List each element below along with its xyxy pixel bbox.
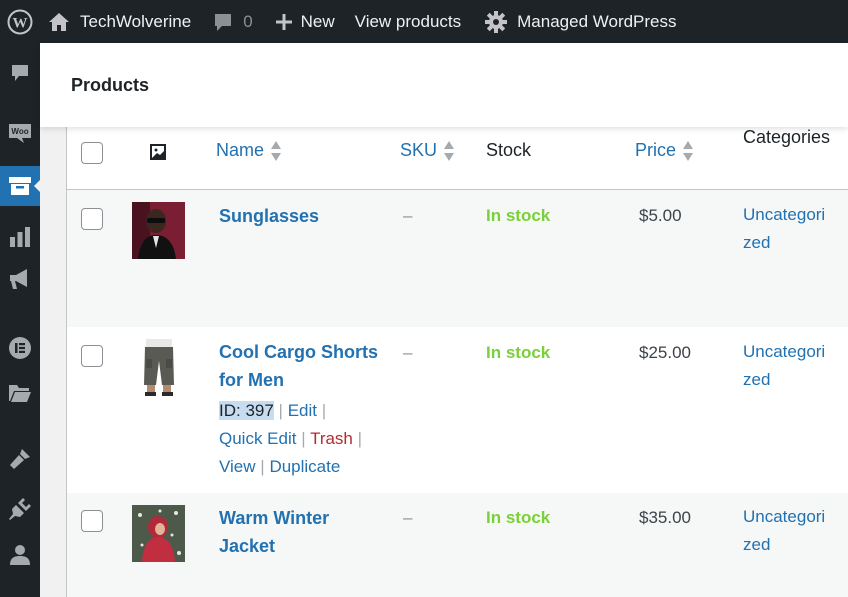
menu-marketing[interactable]	[0, 259, 40, 299]
quick-edit-link[interactable]: Quick Edit	[219, 429, 296, 448]
table-row: Warm Winter Jacket – In stock $35.00 Unc…	[67, 493, 848, 597]
column-name[interactable]: Name	[216, 140, 282, 162]
site-name: TechWolverine	[80, 11, 192, 31]
price-value: $5.00	[639, 206, 682, 225]
admin-bar: W TechWolverine 0 New View products Mana…	[0, 0, 848, 43]
menu-users[interactable]	[0, 535, 40, 575]
product-thumbnail[interactable]	[132, 339, 185, 396]
sort-arrows-icon	[270, 140, 282, 162]
page-header: Products	[40, 43, 848, 127]
column-categories: Categories	[743, 127, 831, 147]
menu-analytics[interactable]	[0, 217, 40, 257]
menu-products[interactable]	[0, 166, 41, 206]
svg-text:W: W	[13, 15, 28, 31]
admin-side-menu: Woo	[0, 43, 41, 597]
svg-text:Woo: Woo	[11, 127, 28, 136]
products-table: Name SKU Stock Price Categories Sunglass…	[66, 127, 848, 597]
page-title: Products	[71, 75, 150, 95]
view-products-label: View products	[354, 11, 462, 31]
templates-icon	[8, 383, 32, 403]
comments-count: 0	[243, 11, 253, 31]
comments-link[interactable]: 0	[213, 0, 253, 43]
gear-icon	[485, 10, 508, 33]
product-id: ID: 397	[219, 401, 274, 420]
comments-icon	[10, 63, 30, 83]
woocommerce-icon: Woo	[7, 122, 33, 146]
sort-arrows-icon	[682, 140, 694, 162]
stock-status: In stock	[486, 508, 551, 527]
row-checkbox[interactable]	[81, 208, 103, 230]
image-column-icon	[149, 143, 167, 166]
new-label: New	[300, 11, 335, 31]
separator: |	[278, 401, 283, 420]
select-all-checkbox[interactable]	[81, 142, 103, 164]
trash-link[interactable]: Trash	[310, 429, 353, 448]
plus-icon	[275, 13, 293, 31]
sku-value: –	[403, 206, 413, 225]
column-price[interactable]: Price	[635, 140, 694, 162]
duplicate-link[interactable]: Duplicate	[269, 457, 340, 476]
menu-elementor[interactable]	[0, 328, 40, 368]
column-sku[interactable]: SKU	[400, 140, 455, 162]
separator: |	[260, 457, 265, 476]
menu-templates[interactable]	[0, 373, 40, 413]
products-icon	[8, 175, 32, 197]
menu-appearance[interactable]	[0, 439, 40, 479]
category-link[interactable]: Uncategorized	[743, 201, 833, 257]
site-name-link[interactable]: TechWolverine	[48, 0, 191, 43]
separator: |	[301, 429, 306, 448]
column-name-label: Name	[216, 140, 265, 160]
menu-woocommerce[interactable]: Woo	[0, 114, 40, 154]
menu-comments[interactable]	[0, 53, 40, 93]
appearance-icon	[8, 447, 32, 471]
price-value: $35.00	[639, 508, 691, 527]
view-link[interactable]: View	[219, 457, 256, 476]
analytics-icon	[9, 226, 31, 248]
category-link[interactable]: Uncategorized	[743, 338, 833, 394]
managed-wordpress-link[interactable]: Managed WordPress	[485, 0, 677, 43]
column-price-label: Price	[635, 140, 677, 160]
product-name-link[interactable]: Sunglasses	[219, 202, 389, 230]
separator: |	[357, 429, 363, 448]
sort-arrows-icon	[443, 140, 455, 162]
separator: |	[321, 401, 327, 420]
managed-wordpress-label: Managed WordPress	[517, 11, 677, 31]
sku-value: –	[403, 508, 413, 527]
stock-status: In stock	[486, 206, 551, 225]
row-checkbox[interactable]	[81, 510, 103, 532]
category-link[interactable]: Uncategorized	[743, 503, 833, 559]
column-sku-label: SKU	[400, 140, 438, 160]
users-icon	[9, 544, 31, 566]
sku-value: –	[403, 343, 413, 362]
column-stock: Stock	[486, 140, 532, 160]
comment-icon	[213, 12, 233, 32]
product-name-link[interactable]: Warm Winter Jacket	[219, 504, 389, 560]
row-actions: ID: 397 | Edit | Quick Edit | Trash | Vi…	[219, 397, 389, 481]
view-products-link[interactable]: View products	[355, 0, 461, 43]
marketing-icon	[8, 267, 32, 291]
menu-plugins[interactable]	[0, 489, 40, 529]
product-name-link[interactable]: Cool Cargo Shorts for Men	[219, 338, 389, 394]
plugins-icon	[8, 497, 32, 521]
edit-link[interactable]: Edit	[288, 401, 317, 420]
product-thumbnail[interactable]	[132, 505, 185, 562]
product-thumbnail[interactable]	[132, 202, 185, 259]
table-row: Sunglasses – In stock $5.00 Uncategorize…	[67, 190, 848, 327]
new-content-link[interactable]: New	[275, 0, 335, 43]
wordpress-logo-icon[interactable]: W	[0, 0, 40, 43]
home-icon	[48, 12, 70, 32]
table-header: Name SKU Stock Price Categories	[67, 127, 848, 190]
price-value: $25.00	[639, 343, 691, 362]
stock-status: In stock	[486, 343, 551, 362]
elementor-icon	[8, 336, 32, 360]
table-row: Cool Cargo Shorts for Men ID: 397 | Edit…	[67, 327, 848, 493]
row-checkbox[interactable]	[81, 345, 103, 367]
